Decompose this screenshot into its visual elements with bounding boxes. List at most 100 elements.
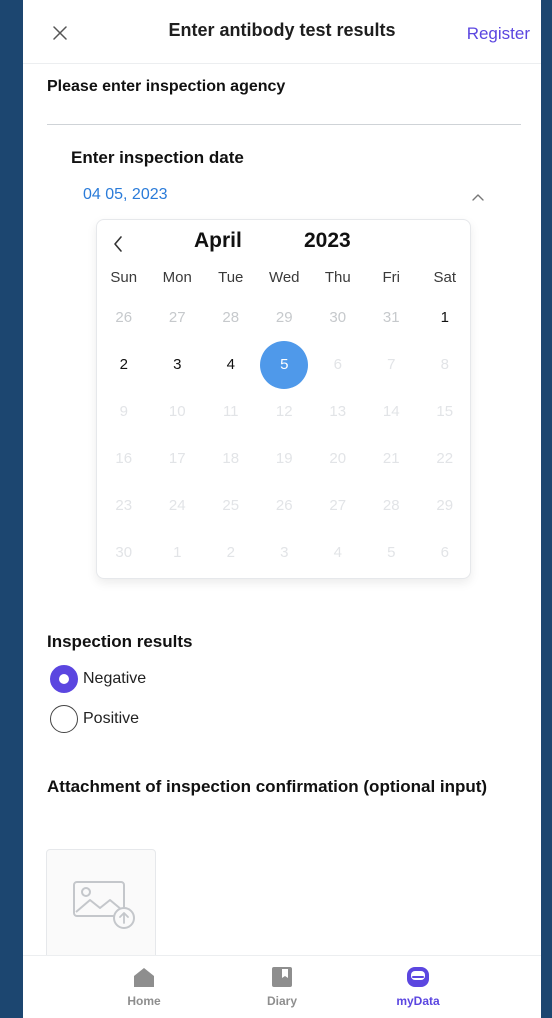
calendar-day-number: 15	[436, 403, 454, 420]
calendar-day[interactable]: 28	[365, 482, 419, 529]
radio-label-positive: Positive	[83, 710, 140, 727]
register-button[interactable]: Register	[467, 24, 530, 44]
chevron-up-icon	[472, 194, 484, 201]
app-screen: Enter antibody test results Register Ple…	[23, 0, 541, 1018]
calendar-day[interactable]: 9	[97, 388, 151, 435]
calendar-day-number: 19	[275, 450, 293, 467]
calendar-day[interactable]: 21	[365, 435, 419, 482]
calendar-day[interactable]: 15	[418, 388, 472, 435]
calendar-day[interactable]: 29	[258, 294, 312, 341]
calendar-day-number: 5	[387, 544, 396, 561]
calendar-day[interactable]: 1	[418, 294, 472, 341]
calendar-day[interactable]: 16	[97, 435, 151, 482]
calendar-day[interactable]: 23	[97, 482, 151, 529]
calendar-day-number: 4	[226, 356, 235, 373]
calendar-day-number: 23	[115, 497, 133, 514]
weekday-header: Tue	[218, 268, 244, 286]
radio-label-negative: Negative	[83, 670, 147, 687]
calendar-month: April	[194, 229, 242, 252]
calendar-day[interactable]: 14	[365, 388, 419, 435]
radio-button-unselected[interactable]	[50, 705, 78, 733]
calendar-day[interactable]: 13	[311, 388, 365, 435]
calendar-day-number: 27	[168, 309, 186, 326]
calendar-day[interactable]: 6	[418, 529, 472, 576]
calendar-day-number: 2	[226, 544, 235, 561]
calendar-day-number: 1	[440, 309, 449, 326]
tab-mydata[interactable]: myData	[378, 966, 458, 1008]
calendar-day-number: 1	[173, 544, 182, 561]
calendar-day-number: 27	[329, 497, 347, 514]
calendar-day-number: 16	[115, 450, 133, 467]
calendar-day-number: 26	[275, 497, 293, 514]
calendar-day-number: 30	[329, 309, 347, 326]
calendar-day[interactable]: 25	[204, 482, 258, 529]
calendar-day[interactable]: 26	[258, 482, 312, 529]
agency-input[interactable]	[47, 100, 521, 125]
date-toggle-button[interactable]	[469, 190, 487, 204]
calendar-day[interactable]: 4	[311, 529, 365, 576]
calendar-day[interactable]: 3	[151, 341, 205, 388]
calendar-day[interactable]: 27	[311, 482, 365, 529]
results-label: Inspection results	[47, 632, 193, 651]
calendar-day[interactable]: 6	[311, 341, 365, 388]
upload-image-button[interactable]	[46, 849, 156, 959]
calendar-day[interactable]: 28	[204, 294, 258, 341]
calendar-day-number: 9	[119, 403, 128, 420]
bottom-tab-bar: Home Diary myData	[23, 955, 541, 1018]
calendar-day[interactable]: 29	[418, 482, 472, 529]
calendar-day[interactable]: 12	[258, 388, 312, 435]
calendar-day-number: 3	[280, 544, 289, 561]
calendar-day[interactable]: 27	[151, 294, 205, 341]
tab-diary[interactable]: Diary	[242, 966, 322, 1008]
calendar-day-number: 28	[382, 497, 400, 514]
calendar-day-number: 26	[115, 309, 133, 326]
radio-negative[interactable]: Negative	[50, 665, 146, 693]
calendar-day[interactable]: 20	[311, 435, 365, 482]
calendar-day[interactable]: 2	[97, 341, 151, 388]
calendar-day[interactable]: 26	[97, 294, 151, 341]
image-upload-icon	[73, 881, 135, 929]
calendar-day[interactable]: 11	[204, 388, 258, 435]
calendar-day[interactable]: 30	[311, 294, 365, 341]
calendar-day-number: 13	[329, 403, 347, 420]
calendar-day[interactable]: 22	[418, 435, 472, 482]
calendar-day-number: 20	[329, 450, 347, 467]
radio-button-selected[interactable]	[50, 665, 78, 693]
calendar-day-number: 24	[168, 497, 186, 514]
prev-month-button[interactable]	[111, 234, 125, 254]
calendar-day[interactable]: 5	[365, 529, 419, 576]
calendar-day[interactable]: 1	[151, 529, 205, 576]
calendar-day[interactable]: 7	[365, 341, 419, 388]
calendar-day[interactable]: 3	[258, 529, 312, 576]
weekday-header: Sat	[433, 268, 456, 286]
calendar-day[interactable]: 18	[204, 435, 258, 482]
calendar-day-number: 25	[222, 497, 240, 514]
calendar-day[interactable]: 24	[151, 482, 205, 529]
page-title: Enter antibody test results	[168, 20, 396, 40]
calendar-day-number: 2	[119, 356, 128, 373]
calendar-day[interactable]: 4	[204, 341, 258, 388]
calendar-day[interactable]: 10	[151, 388, 205, 435]
calendar-day[interactable]: 30	[97, 529, 151, 576]
calendar-day[interactable]: 31	[365, 294, 419, 341]
weekday-header: Sun	[110, 268, 138, 286]
calendar-day[interactable]: 17	[151, 435, 205, 482]
calendar-day-number: 12	[275, 403, 293, 420]
weekday-header: Thu	[324, 268, 351, 286]
calendar-day-number: 11	[222, 403, 239, 420]
calendar-day[interactable]: 2	[204, 529, 258, 576]
calendar-day-number: 29	[436, 497, 454, 514]
calendar-day-number: 22	[436, 450, 454, 467]
agency-label: Please enter inspection agency	[47, 78, 286, 95]
calendar-day-number: 29	[275, 309, 293, 326]
calendar-day[interactable]: 8	[418, 341, 472, 388]
radio-positive[interactable]: Positive	[50, 705, 139, 733]
diary-icon	[272, 967, 292, 987]
weekday-header: Fri	[382, 268, 401, 286]
date-value[interactable]: 04 05, 2023	[83, 186, 168, 204]
calendar-day-number: 5	[260, 340, 309, 389]
calendar-day-selected[interactable]: 5	[258, 340, 312, 389]
tab-home[interactable]: Home	[104, 966, 184, 1008]
home-icon	[134, 968, 154, 987]
calendar-day[interactable]: 19	[258, 435, 312, 482]
